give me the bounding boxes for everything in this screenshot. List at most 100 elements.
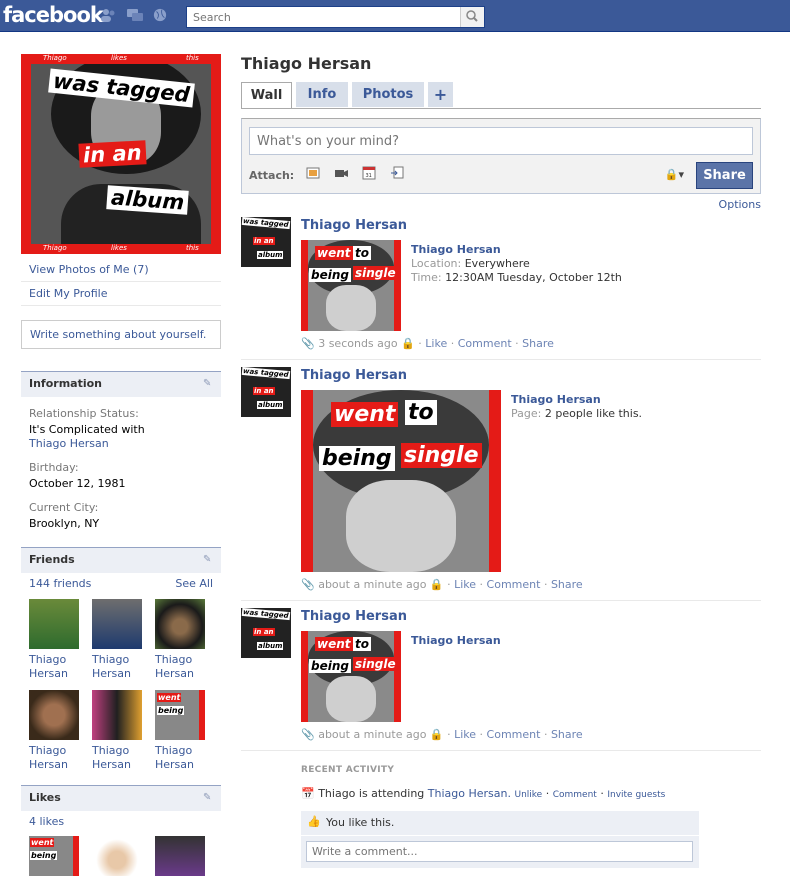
- story-attachment-image[interactable]: went to being single: [301, 390, 501, 572]
- attachment-details: Thiago Hersan: [411, 634, 501, 648]
- friend-requests-icon[interactable]: [100, 8, 116, 22]
- search-box[interactable]: [186, 6, 485, 28]
- story-avatar[interactable]: was tagged in an album: [241, 367, 291, 417]
- share-button[interactable]: Share: [696, 162, 753, 189]
- like-link[interactable]: Like: [454, 578, 476, 591]
- friend-photo[interactable]: [29, 599, 79, 649]
- birthday-label: Birthday:: [29, 461, 79, 474]
- story-avatar[interactable]: was tagged in an album: [241, 217, 291, 267]
- tag-text: in an: [78, 140, 147, 168]
- likes-thumbnails: went being: [21, 836, 221, 876]
- story-avatar[interactable]: was tagged in an album: [241, 608, 291, 658]
- attach-link-icon[interactable]: [389, 165, 405, 181]
- like-thumb[interactable]: went being: [29, 836, 79, 876]
- pencil-icon[interactable]: ✎: [203, 379, 213, 389]
- profile-picture[interactable]: Thiago likes this Thiago likes this was …: [21, 54, 221, 254]
- friend-photo[interactable]: [155, 599, 205, 649]
- story-author-name[interactable]: Thiago Hersan: [301, 609, 407, 624]
- facebook-logo[interactable]: facebook: [3, 3, 104, 27]
- like-link[interactable]: Like: [425, 337, 447, 350]
- edge-text: likes: [111, 54, 127, 62]
- likes-count-link[interactable]: 4 likes: [29, 815, 64, 828]
- options-link[interactable]: Options: [719, 198, 761, 211]
- privacy-lock-icon[interactable]: 🔒▾: [665, 168, 684, 181]
- comment-link[interactable]: Comment: [553, 790, 597, 800]
- page-details: Thiago Hersan Page: 2 people like this.: [511, 393, 643, 420]
- tab-photos[interactable]: Photos: [352, 82, 424, 107]
- comment-link[interactable]: Comment: [487, 578, 541, 591]
- timestamp[interactable]: 3 seconds ago: [318, 337, 397, 350]
- relationship-label: Relationship Status:: [29, 407, 139, 420]
- friend-item[interactable]: Thiago Hersan: [155, 599, 218, 690]
- share-link[interactable]: Share: [551, 728, 583, 741]
- recent-activity-item: 📅 Thiago is attending Thiago Hersan. Unl…: [301, 787, 666, 800]
- friend-item[interactable]: Thiago Hersan: [29, 690, 92, 781]
- comment-link[interactable]: Comment: [487, 728, 541, 741]
- timestamp[interactable]: about a minute ago: [318, 728, 426, 741]
- story-author-name[interactable]: Thiago Hersan: [301, 218, 407, 233]
- write-about-box[interactable]: Write something about yourself.: [21, 320, 221, 349]
- story-footer: 📎 3 seconds ago 🔒 · Like · Comment · Sha…: [301, 337, 554, 350]
- comment-input[interactable]: [306, 841, 693, 862]
- comment-box: [301, 836, 699, 868]
- story-attachment-image[interactable]: went to being single: [301, 240, 401, 331]
- attach-photo-icon[interactable]: [305, 165, 321, 181]
- story-author-name[interactable]: Thiago Hersan: [301, 368, 407, 383]
- friend-item[interactable]: Thiago Hersan: [92, 690, 155, 781]
- wall-story: was tagged in an album Thiago Hersan wen…: [241, 367, 761, 601]
- attach-video-icon[interactable]: [333, 165, 349, 181]
- page-icon: 📎: [301, 578, 315, 591]
- friend-photo[interactable]: [92, 690, 142, 740]
- pencil-icon[interactable]: ✎: [203, 555, 213, 565]
- search-input[interactable]: [187, 7, 457, 27]
- friend-item[interactable]: Thiago Hersan: [92, 599, 155, 690]
- tab-wall[interactable]: Wall: [241, 82, 292, 108]
- unlike-link[interactable]: Unlike: [515, 790, 543, 800]
- edge-text: Thiago: [43, 54, 67, 62]
- like-thumb[interactable]: [155, 836, 205, 876]
- add-tab-button[interactable]: +: [428, 82, 453, 107]
- tab-divider: [241, 108, 761, 109]
- event-title-link[interactable]: Thiago Hersan: [411, 243, 622, 257]
- birthday-value: October 12, 1981: [29, 477, 126, 490]
- edit-profile-link[interactable]: Edit My Profile: [21, 282, 221, 306]
- notifications-globe-icon[interactable]: [152, 8, 168, 22]
- edge-text: this: [186, 54, 199, 62]
- relationship-link[interactable]: Thiago Hersan: [29, 437, 109, 450]
- event-link[interactable]: Thiago Hersan.: [428, 787, 511, 800]
- tab-info[interactable]: Info: [296, 82, 348, 107]
- pencil-icon[interactable]: ✎: [203, 793, 213, 803]
- view-photos-link[interactable]: View Photos of Me (7): [21, 258, 221, 282]
- search-button[interactable]: [460, 7, 484, 27]
- information-header: Information ✎: [21, 371, 221, 397]
- messages-icon[interactable]: [127, 8, 143, 22]
- attachment-title-link[interactable]: Thiago Hersan: [411, 634, 501, 648]
- friend-photo[interactable]: [92, 599, 142, 649]
- friend-item[interactable]: Thiago Hersan: [29, 599, 92, 690]
- friends-count-link[interactable]: 144 friends: [29, 577, 91, 590]
- share-link[interactable]: Share: [551, 578, 583, 591]
- friend-photo[interactable]: went being: [155, 690, 205, 740]
- like-link[interactable]: Like: [454, 728, 476, 741]
- recent-activity-header: RECENT ACTIVITY: [301, 765, 395, 775]
- friend-item[interactable]: went being Thiago Hersan: [155, 690, 218, 781]
- you-like-text: You like this.: [326, 816, 395, 829]
- friends-header: Friends ✎: [21, 547, 221, 573]
- status-input[interactable]: [249, 127, 753, 155]
- friend-photo[interactable]: [29, 690, 79, 740]
- status-composer: Attach: 31 🔒▾ Share: [241, 118, 761, 194]
- friends-grid: Thiago Hersan Thiago Hersan Thiago Hersan T…: [21, 599, 221, 781]
- attach-event-icon[interactable]: 31: [361, 165, 377, 181]
- like-thumb[interactable]: [92, 836, 142, 876]
- calendar-icon: 📅: [301, 787, 315, 800]
- see-all-link[interactable]: See All: [175, 577, 213, 590]
- section-title: Information: [29, 377, 102, 390]
- story-attachment-image[interactable]: went to being single: [301, 631, 401, 722]
- timestamp[interactable]: about a minute ago: [318, 578, 426, 591]
- invite-guests-link[interactable]: Invite guests: [607, 790, 665, 800]
- event-details: Thiago Hersan Location: Everywhere Time:…: [411, 243, 622, 284]
- page-title-link[interactable]: Thiago Hersan: [511, 393, 642, 407]
- share-link[interactable]: Share: [522, 337, 554, 350]
- comment-link[interactable]: Comment: [458, 337, 512, 350]
- event-icon: 📎: [301, 337, 315, 350]
